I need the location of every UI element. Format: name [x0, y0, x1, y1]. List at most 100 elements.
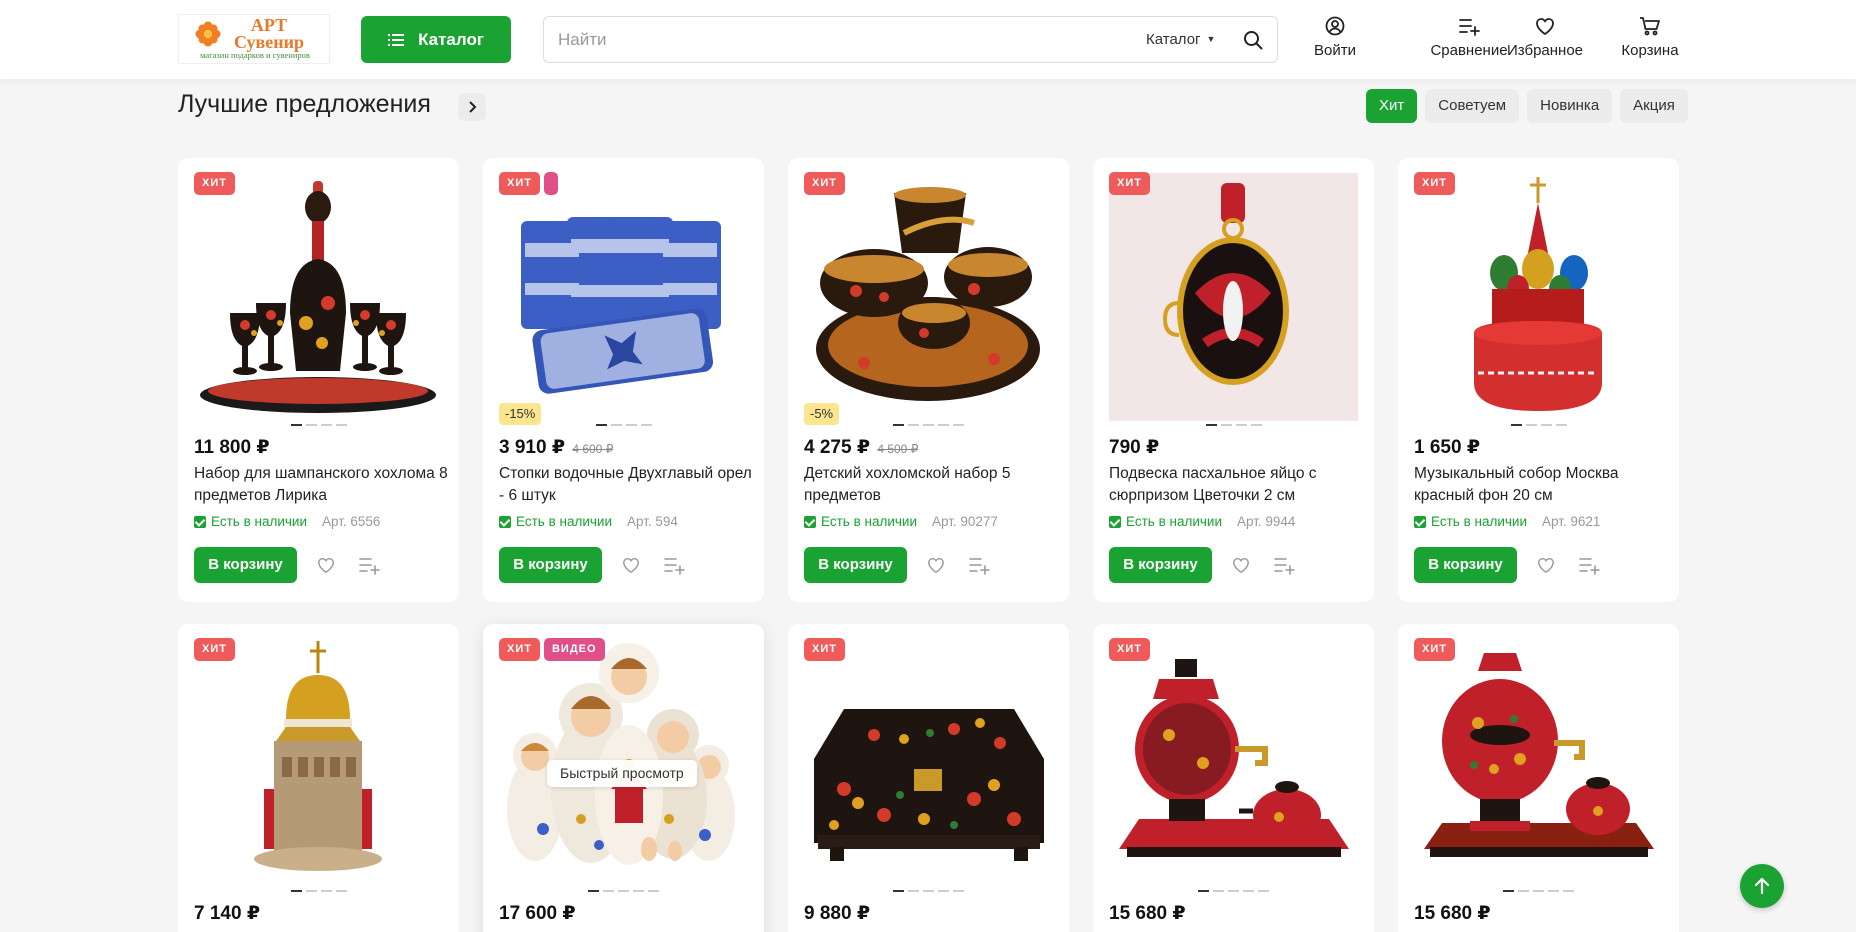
search-bar: Каталог▼	[543, 16, 1278, 63]
image-pager[interactable]	[1093, 424, 1374, 426]
heart-icon	[1536, 18, 1554, 36]
vodka-glasses-illustration	[521, 217, 721, 394]
heart-icon[interactable]	[926, 556, 946, 574]
discount-badge: -15%	[499, 403, 542, 425]
image-pager[interactable]	[178, 890, 459, 892]
catalog-button[interactable]: Каталог	[361, 16, 511, 63]
heart-icon[interactable]	[1231, 556, 1251, 574]
image-pager[interactable]	[178, 424, 459, 426]
cart-icon	[1640, 17, 1660, 36]
golden-cathedral-illustration	[254, 641, 382, 871]
article-number: Арт. 6556	[322, 514, 381, 529]
quick-view-button[interactable]: Быстрый просмотр	[547, 760, 697, 787]
product-card[interactable]: ХИТ 11 800 ₽ Набор для шампанского хохло…	[178, 158, 459, 602]
product-title[interactable]: Подвеска пасхальное яйцо с сюрпризом Цве…	[1109, 463, 1364, 507]
filter-new[interactable]: Новинка	[1527, 89, 1613, 123]
add-to-cart-button[interactable]: В корзину	[1414, 547, 1517, 583]
article-number: Арт. 90277	[932, 514, 998, 529]
product-image[interactable]	[1109, 173, 1358, 421]
discount-badge: -5%	[804, 403, 840, 425]
product-card[interactable]: ХИТ ВИДЕО Быстрый просмотр 17 600 ₽	[483, 624, 764, 932]
check-icon	[804, 515, 816, 528]
stock-status: Есть в наличии Арт. 9621	[1414, 514, 1600, 529]
compare-icon[interactable]	[358, 555, 380, 575]
samovar-set-illustration	[1424, 653, 1654, 857]
section-more-button[interactable]	[458, 93, 486, 121]
filter-hit[interactable]: Хит	[1366, 89, 1418, 123]
search-input[interactable]	[558, 27, 1118, 53]
product-price: 7 140 ₽	[194, 903, 261, 924]
product-image[interactable]	[1109, 639, 1358, 887]
hit-badge: ХИТ	[499, 638, 540, 661]
add-to-cart-button[interactable]: В корзину	[194, 547, 297, 583]
old-price: 4 500 ₽	[877, 442, 919, 456]
logo-title: АРТ Сувенир	[233, 15, 304, 52]
product-card[interactable]: ХИТ 7 140 ₽	[178, 624, 459, 932]
product-image[interactable]	[1414, 173, 1663, 421]
logo-subtitle: магазин подарков и сувениров	[200, 50, 310, 60]
product-card[interactable]: ХИТ -5% 4 275 ₽ 4 500 ₽ Детский хохломск…	[788, 158, 1069, 602]
badge-group: ХИТ	[1414, 172, 1455, 195]
image-pager[interactable]	[788, 890, 1069, 892]
site-logo[interactable]: АРТ Сувенир магазин подарков и сувениров	[178, 14, 330, 64]
product-card[interactable]: ХИТ 1 650 ₽ Музыкальный собор Москва кра…	[1398, 158, 1679, 602]
compare-icon[interactable]	[1273, 555, 1295, 575]
compare-icon[interactable]	[968, 555, 990, 575]
site-header: АРТ Сувенир магазин подарков и сувениров…	[0, 0, 1856, 79]
product-title[interactable]: Набор для шампанского хохлома 8 предмето…	[194, 463, 449, 507]
product-title[interactable]: Музыкальный собор Москва красный фон 20 …	[1414, 463, 1669, 507]
stock-status: Есть в наличии Арт. 594	[499, 514, 678, 529]
compare-link[interactable]: Сравнение	[1420, 16, 1518, 64]
badge-group: ХИТ	[1109, 638, 1150, 661]
add-to-cart-button[interactable]: В корзину	[804, 547, 907, 583]
filter-recommend[interactable]: Советуем	[1425, 89, 1520, 123]
compare-icon[interactable]	[1578, 555, 1600, 575]
image-pager[interactable]	[788, 424, 1069, 426]
compare-icon[interactable]	[663, 555, 685, 575]
favorites-link[interactable]: Избранное	[1505, 16, 1585, 64]
product-title[interactable]: Стопки водочные Двухглавый орел - 6 штук	[499, 463, 754, 507]
product-image[interactable]	[194, 639, 443, 887]
product-price: 3 910 ₽ 4 600 ₽	[499, 437, 614, 458]
product-title[interactable]: Детский хохломской набор 5 предметов	[804, 463, 1059, 507]
product-card[interactable]: ХИТ 790 ₽ Подвеска пасхальное яйцо с сюр…	[1093, 158, 1374, 602]
heart-icon[interactable]	[316, 556, 336, 574]
product-card[interactable]: ХИТ 9 880 ₽	[788, 624, 1069, 932]
product-image[interactable]	[499, 173, 748, 421]
add-to-cart-button[interactable]: В корзину	[1109, 547, 1212, 583]
image-pager[interactable]	[1093, 890, 1374, 892]
khokhloma-chest-illustration	[814, 709, 1044, 861]
search-scope-dropdown[interactable]: Каталог ▼	[1146, 31, 1215, 48]
product-image[interactable]	[1414, 639, 1663, 887]
image-pager[interactable]	[483, 424, 764, 426]
khokhloma-set-illustration	[816, 187, 1040, 401]
heart-icon[interactable]	[621, 556, 641, 574]
product-image[interactable]	[804, 173, 1053, 421]
cart-link[interactable]: Корзина	[1618, 16, 1682, 64]
hit-badge: ХИТ	[804, 638, 845, 661]
filter-sale[interactable]: Акция	[1620, 89, 1688, 123]
catalog-button-label: Каталог	[418, 29, 484, 49]
badge-group: ХИТ	[1109, 172, 1150, 195]
heart-icon[interactable]	[1536, 556, 1556, 574]
stock-status: Есть в наличии Арт. 9944	[1109, 514, 1295, 529]
product-price: 9 880 ₽	[804, 903, 871, 924]
login-link[interactable]: Войти	[1310, 16, 1360, 64]
check-icon	[194, 515, 206, 528]
product-price: 15 680 ₽	[1414, 903, 1491, 924]
scroll-top-button[interactable]	[1740, 864, 1784, 908]
add-to-cart-button[interactable]: В корзину	[499, 547, 602, 583]
image-pager[interactable]	[483, 890, 764, 892]
hit-badge: ХИТ	[499, 172, 540, 195]
badge-group: ХИТ	[499, 172, 558, 195]
image-pager[interactable]	[1398, 424, 1679, 426]
image-pager[interactable]	[1398, 890, 1679, 892]
compare-icon	[1459, 19, 1480, 36]
product-card[interactable]: ХИТ 15 680 ₽	[1093, 624, 1374, 932]
product-image[interactable]	[194, 173, 443, 421]
product-card[interactable]: ХИТ -15% 3 910 ₽ 4 600 ₽ Стопки водочные…	[483, 158, 764, 602]
search-icon[interactable]	[1243, 30, 1263, 50]
product-image[interactable]	[804, 639, 1053, 887]
product-card[interactable]: ХИТ 15 680 ₽	[1398, 624, 1679, 932]
stock-status: Есть в наличии Арт. 90277	[804, 514, 998, 529]
